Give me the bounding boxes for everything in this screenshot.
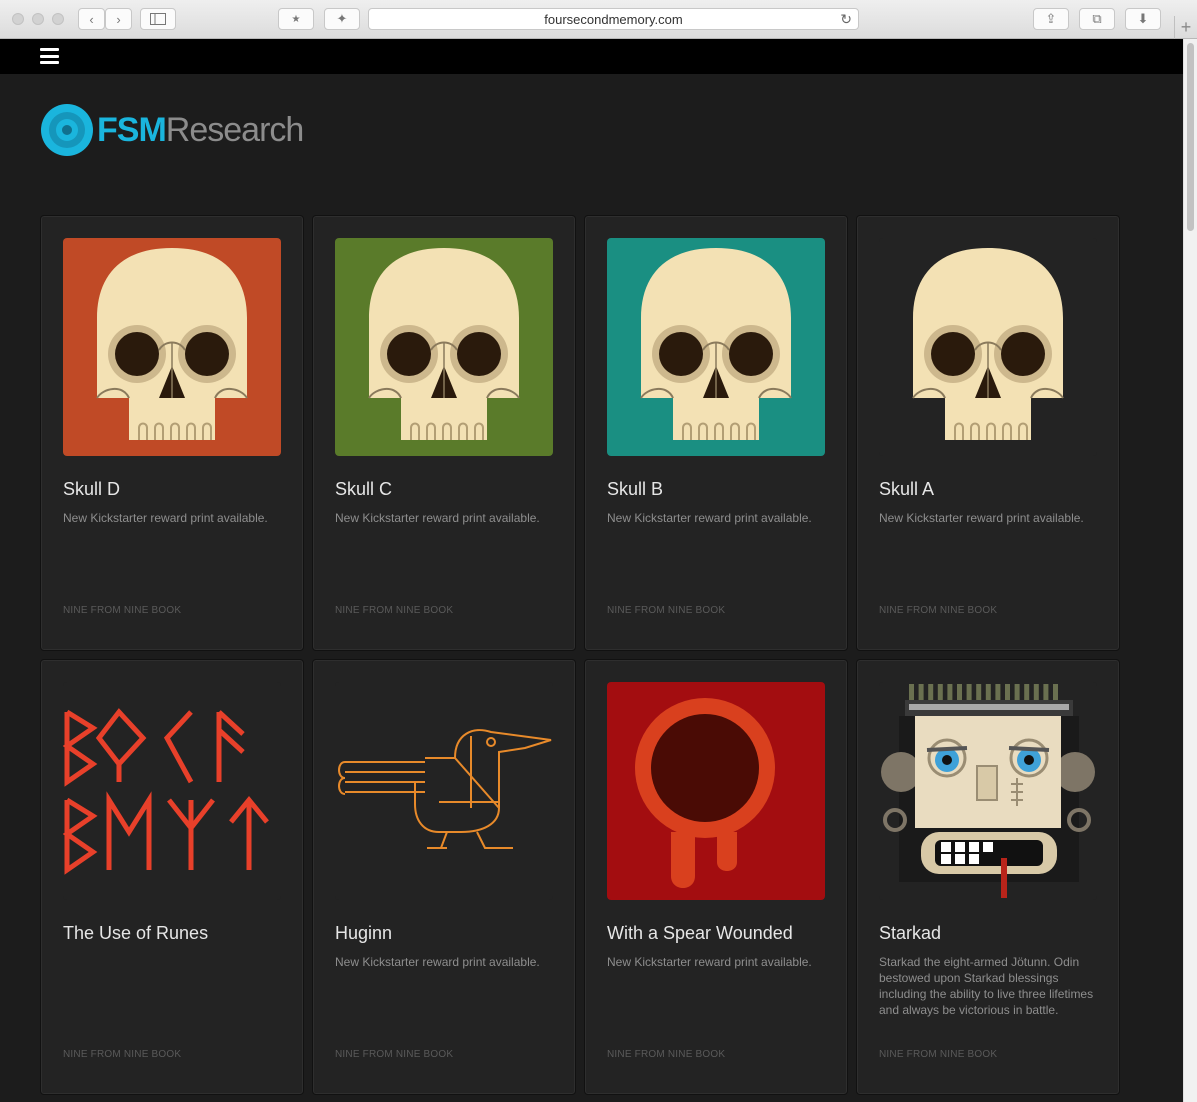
- card[interactable]: Huginn New Kickstarter reward print avai…: [312, 659, 576, 1095]
- runes-illustration: [63, 682, 281, 900]
- card-artwork[interactable]: [879, 682, 1097, 900]
- card-artwork[interactable]: [607, 238, 825, 456]
- card-description: New Kickstarter reward print available.: [607, 955, 812, 969]
- logo-brand: FSM: [97, 110, 167, 149]
- menu-icon[interactable]: [40, 48, 59, 64]
- card-title[interactable]: With a Spear Wounded: [607, 923, 793, 944]
- card-category[interactable]: NINE FROM NINE BOOK: [335, 605, 453, 616]
- share-button[interactable]: ⇪: [1033, 8, 1069, 30]
- zoom-window-button[interactable]: [52, 13, 64, 25]
- sidebar-icon: [150, 13, 166, 25]
- card[interactable]: Skull B New Kickstarter reward print ava…: [584, 215, 848, 651]
- card-title[interactable]: Skull C: [335, 479, 392, 500]
- logo-target-icon: [41, 104, 93, 156]
- browser-toolbar: ‹ › ★ ✦ foursecondmemory.com ↻ ⇪ ⧉ ⬇ +: [0, 0, 1197, 39]
- card-title[interactable]: Starkad: [879, 923, 941, 944]
- spear-wound-illustration: [607, 682, 825, 900]
- close-window-button[interactable]: [12, 13, 24, 25]
- card-category[interactable]: NINE FROM NINE BOOK: [879, 1049, 997, 1060]
- extension-button[interactable]: ✦: [324, 8, 360, 30]
- minimize-window-button[interactable]: [32, 13, 44, 25]
- card-artwork[interactable]: [607, 682, 825, 900]
- card-title[interactable]: The Use of Runes: [63, 923, 208, 944]
- sidebar-button[interactable]: [140, 8, 176, 30]
- card[interactable]: With a Spear Wounded New Kickstarter rew…: [584, 659, 848, 1095]
- card-description: New Kickstarter reward print available.: [335, 511, 540, 525]
- card-description: Starkad the eight-armed Jötunn. Odin bes…: [879, 955, 1094, 1017]
- share-icon: ⇪: [1045, 11, 1057, 26]
- skull-illustration: [335, 238, 553, 456]
- chevron-right-icon: ›: [116, 11, 121, 27]
- starkad-illustration: [879, 682, 1097, 900]
- download-icon: ⬇: [1137, 11, 1149, 26]
- back-button[interactable]: ‹: [78, 8, 105, 30]
- card-description: New Kickstarter reward print available.: [607, 511, 812, 525]
- bookmarks-button[interactable]: ★: [278, 8, 314, 30]
- card[interactable]: Skull D New Kickstarter reward print ava…: [40, 215, 304, 651]
- card-title[interactable]: Huginn: [335, 923, 392, 944]
- chevron-left-icon: ‹: [89, 11, 94, 27]
- card-category[interactable]: NINE FROM NINE BOOK: [63, 605, 181, 616]
- site-logo[interactable]: FSMResearch: [41, 104, 305, 156]
- card-description: New Kickstarter reward print available.: [63, 511, 268, 525]
- card-category[interactable]: NINE FROM NINE BOOK: [63, 1049, 181, 1060]
- skull-illustration: [879, 238, 1097, 456]
- raven-illustration: [335, 682, 553, 900]
- star-icon: ★: [291, 13, 301, 25]
- address-bar[interactable]: foursecondmemory.com ↻: [368, 8, 859, 30]
- card[interactable]: Skull C New Kickstarter reward print ava…: [312, 215, 576, 651]
- card-artwork[interactable]: [335, 682, 553, 900]
- forward-button[interactable]: ›: [105, 8, 132, 30]
- skull-illustration: [63, 238, 281, 456]
- card-description: New Kickstarter reward print available.: [879, 511, 1084, 525]
- tabs-overview-button[interactable]: ⧉: [1079, 8, 1115, 30]
- plus-icon: +: [1180, 17, 1192, 37]
- card-category[interactable]: NINE FROM NINE BOOK: [879, 605, 997, 616]
- card-title[interactable]: Skull A: [879, 479, 934, 500]
- card-category[interactable]: NINE FROM NINE BOOK: [607, 605, 725, 616]
- card-artwork[interactable]: [63, 682, 281, 900]
- card-title[interactable]: Skull B: [607, 479, 663, 500]
- card-category[interactable]: NINE FROM NINE BOOK: [335, 1049, 453, 1060]
- logo-suffix: Research: [165, 110, 305, 149]
- card-category[interactable]: NINE FROM NINE BOOK: [607, 1049, 725, 1060]
- url-text: foursecondmemory.com: [544, 11, 683, 27]
- scrollbar-thumb[interactable]: [1187, 43, 1194, 231]
- card[interactable]: Skull A New Kickstarter reward print ava…: [856, 215, 1120, 651]
- wand-icon: ✦: [336, 11, 348, 26]
- new-tab-button[interactable]: +: [1174, 16, 1197, 39]
- card[interactable]: Starkad Starkad the eight-armed Jötunn. …: [856, 659, 1120, 1095]
- card-artwork[interactable]: [63, 238, 281, 456]
- downloads-button[interactable]: ⬇: [1125, 8, 1161, 30]
- card-artwork[interactable]: [335, 238, 553, 456]
- tabs-icon: ⧉: [1092, 11, 1102, 26]
- card[interactable]: The Use of Runes NINE FROM NINE BOOK: [40, 659, 304, 1095]
- site-header: [0, 39, 1183, 74]
- card-title[interactable]: Skull D: [63, 479, 120, 500]
- scrollbar[interactable]: [1183, 39, 1197, 1102]
- reload-icon[interactable]: ↻: [840, 11, 852, 28]
- card-description: New Kickstarter reward print available.: [335, 955, 540, 969]
- skull-illustration: [607, 238, 825, 456]
- card-artwork[interactable]: [879, 238, 1097, 456]
